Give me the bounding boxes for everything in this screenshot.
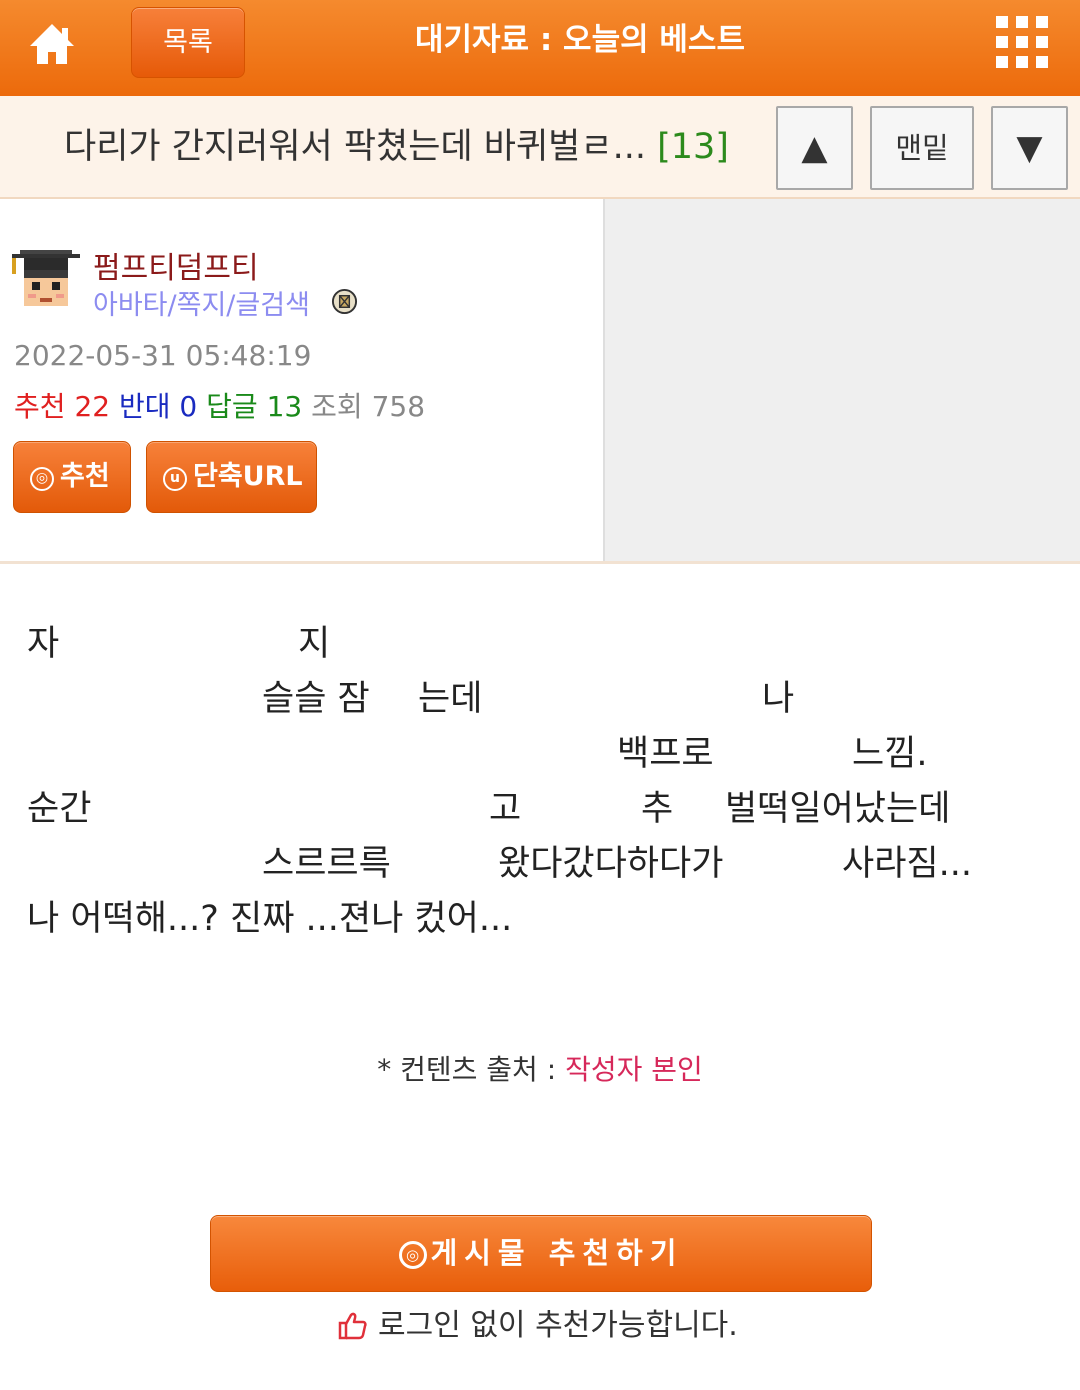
login-note: 로그인 없이 추천가능합니다. [336,1300,738,1344]
list-button[interactable]: 목록 [131,7,245,78]
reply-stat-value: 13 [266,390,303,423]
content-text: 지 [298,624,331,664]
grid-menu-icon[interactable] [996,16,1048,68]
ad-panel [603,199,1080,561]
post-title-text: 다리가 간지러워서 팍쳤는데 바퀴벌ㄹ... [64,127,646,167]
author-nickname[interactable]: 펌프티덤프티 [93,243,259,287]
divider [0,561,1080,564]
scroll-down-button[interactable]: ▼ [991,106,1068,190]
post-recommend-button[interactable]: ◎ 게시물 추천하기 [210,1215,872,1292]
board-title: 대기자료 : 오늘의 베스트 [415,22,745,58]
content-text: 백프로 [617,734,714,774]
content-text: 자 [27,624,60,664]
content-text: 나 어떡해...? 진짜 ...젼나 컸어... [27,899,513,939]
content-text: 사라짐... [842,844,972,884]
content-text: 는데 [418,679,483,719]
short-url-button[interactable]: u 단축URL [146,441,317,513]
reply-count: [13] [657,127,729,167]
post-title-bar: 다리가 간지러워서 팍쳤는데 바퀴벌ㄹ... [13] ▲ 맨밑 ▼ [0,96,1080,199]
home-button[interactable] [22,14,82,74]
oppose-stat-label: 반대 [118,390,171,423]
url-icon: u [163,467,187,491]
post-recommend-label: 게시물 추천하기 [430,1236,684,1270]
thumbs-up-icon [338,1312,367,1340]
content-text: 느낌. [852,734,928,774]
home-icon [30,24,74,64]
content-text: 고 [489,789,522,829]
scroll-up-button[interactable]: ▲ [776,106,853,190]
post-datetime: 2022-05-31 05:48:19 [14,339,312,372]
content-text: 추 [641,789,674,829]
login-note-text: 로그인 없이 추천가능합니다. [378,1308,738,1343]
views-stat-value: 758 [371,390,426,423]
post-title: 다리가 간지러워서 팍쳤는데 바퀴벌ㄹ... [13] [64,96,729,199]
oppose-stat-value: 0 [179,390,198,423]
views-stat-label: 조회 [311,390,363,423]
post-info: 펌프티덤프티 아바타/쪽지/글검색 2022-05-31 05:48:19 추천… [0,199,605,561]
content-text: 벌떡일어났는데 [725,789,951,829]
avatar[interactable] [12,246,80,314]
recommend-stat-label: 추천 [14,390,66,423]
reply-stat-label: 답글 [206,390,258,423]
recommend-stat-value: 22 [74,390,111,423]
content-text: 나 [762,679,795,719]
content-text: 순간 [27,789,92,829]
target-icon: ◎ [30,467,54,491]
content-text: 슬슬 잠 [262,679,370,719]
content-text: 왔다갔다하다가 [498,844,724,884]
target-icon: ◎ [398,1241,427,1269]
scroll-bottom-button[interactable]: 맨밑 [870,106,974,190]
source-label: * 컨텐츠 출처 : [377,1053,557,1086]
recommend-button-label: 추천 [60,461,110,492]
top-navigation-bar: 목록 대기자료 : 오늘의 베스트 [0,0,1080,96]
source-value: 작성자 본인 [565,1053,703,1086]
recommend-button[interactable]: ◎ 추천 [13,441,131,513]
badge-icon [331,288,358,315]
short-url-button-label: 단축URL [193,461,303,492]
author-links[interactable]: 아바타/쪽지/글검색 [93,283,310,322]
content-text: 스르르륵 [262,844,391,884]
post-stats: 추천 22 반대 0 답글 13 조회 758 [14,385,425,425]
content-source: * 컨텐츠 출처 : 작성자 본인 [0,1048,1080,1088]
